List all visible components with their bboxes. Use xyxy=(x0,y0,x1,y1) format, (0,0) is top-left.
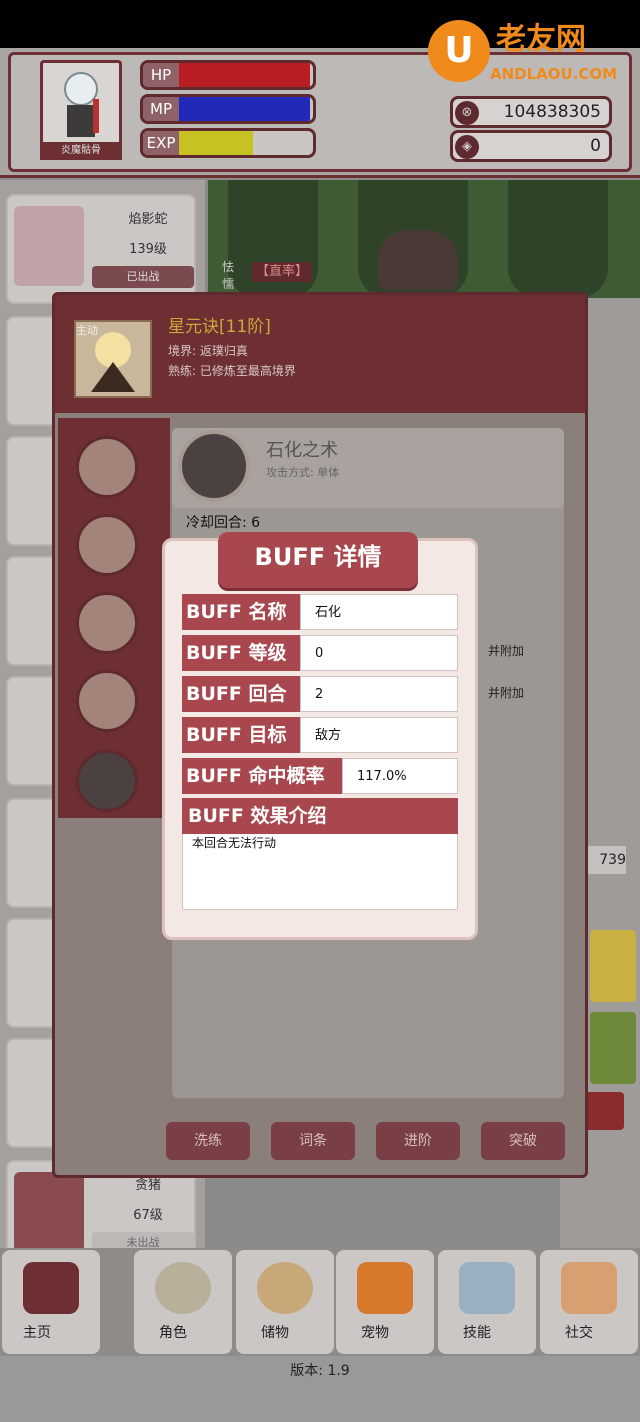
mp-bar: MP xyxy=(140,94,316,124)
nav-skills-label: 技能 xyxy=(463,1325,491,1341)
effect-append-text: 并附加 xyxy=(488,686,525,700)
buff-target-label: BUFF 目标 xyxy=(182,717,300,753)
coin-icon: ⊗ xyxy=(455,101,479,125)
player-name: 炎魔骷骨 xyxy=(40,142,122,160)
pet-name: 焰影蛇 xyxy=(128,212,168,227)
character-icon xyxy=(155,1262,211,1314)
exp-fill xyxy=(179,131,253,155)
skill-type-label: 主动 xyxy=(76,324,98,337)
buff-level-label: BUFF 等级 xyxy=(182,635,300,671)
nav-pets-label: 宠物 xyxy=(361,1325,389,1341)
buff-name-value: 石化 xyxy=(300,594,458,630)
right-icon[interactable] xyxy=(590,930,636,1002)
buff-name-label: BUFF 名称 xyxy=(182,594,300,630)
nav-character-label: 角色 xyxy=(159,1325,187,1341)
hp-label: HP xyxy=(143,63,179,87)
pet-snake-image xyxy=(14,206,84,286)
refine-button[interactable]: 洗练 xyxy=(166,1122,250,1160)
hp-fill xyxy=(179,63,310,87)
breakthrough-button[interactable]: 突破 xyxy=(481,1122,565,1160)
bag-icon xyxy=(257,1262,313,1314)
exp-bar: EXP xyxy=(140,128,316,158)
skill-tab[interactable] xyxy=(76,592,138,654)
entry-button[interactable]: 词条 xyxy=(271,1122,355,1160)
coin-counter: ⊗ 104838305 xyxy=(450,96,612,128)
buff-target-value: 敌方 xyxy=(300,717,458,753)
pet-card[interactable]: 焰影蛇 139级 已出战 xyxy=(6,194,196,304)
coin-value: 104838305 xyxy=(503,102,601,122)
skill-tab[interactable] xyxy=(76,514,138,576)
effect-append-text: 并附加 xyxy=(488,644,525,658)
buff-rounds-value: 2 xyxy=(300,676,458,712)
skill-name: 石化之术 xyxy=(266,440,338,461)
pet-icon xyxy=(357,1262,413,1314)
site-logo-domain: ANDLAOU.COM xyxy=(490,65,618,83)
gem-counter: ◈ 0 xyxy=(450,130,612,162)
gem-icon: ◈ xyxy=(455,135,479,159)
gem-value: 0 xyxy=(590,136,601,156)
right-number: 739 xyxy=(586,846,626,874)
skill-mastery: 熟练: 已修炼至最高境界 xyxy=(168,364,296,378)
avatar-icon xyxy=(64,72,99,137)
buff-hit-chance-label: BUFF 命中概率 xyxy=(182,758,342,794)
petrify-skill-icon xyxy=(178,430,250,502)
buff-level-value: 0 xyxy=(300,635,458,671)
nav-home-label: 主页 xyxy=(23,1325,51,1341)
buff-effect-text: 本回合无法行动 xyxy=(192,836,277,850)
enemy-sprite[interactable] xyxy=(378,230,458,290)
enemy-trait: 怯 懦 xyxy=(222,260,235,291)
advance-button[interactable]: 进阶 xyxy=(376,1122,460,1160)
mp-label: MP xyxy=(143,97,179,121)
buff-effect-label: BUFF 效果介绍 xyxy=(182,798,458,834)
skill-cooldown: 冷却回合: 6 xyxy=(186,515,261,531)
skill-realm: 境界: 返璞归真 xyxy=(168,344,248,358)
pet-status-button[interactable]: 已出战 xyxy=(92,266,194,288)
pet-boar-image xyxy=(14,1172,84,1252)
buff-rounds-label: BUFF 回合 xyxy=(182,676,300,712)
home-icon xyxy=(23,1262,79,1314)
skill-tab-active[interactable] xyxy=(76,750,138,812)
site-logo-name: 老友网 xyxy=(496,22,586,57)
tree xyxy=(508,180,608,298)
buff-dialog-title: BUFF 详情 xyxy=(218,532,418,588)
skill-tab[interactable] xyxy=(76,670,138,732)
hp-bar: HP xyxy=(140,60,316,90)
skill-title: 星元诀[11阶] xyxy=(168,317,271,337)
mp-fill xyxy=(179,97,310,121)
version-text: 版本: 1.9 xyxy=(290,1363,350,1379)
pet-level: 67级 xyxy=(133,1208,163,1223)
right-icon[interactable] xyxy=(590,1012,636,1084)
buff-hit-chance-value: 117.0% xyxy=(342,758,458,794)
handshake-icon xyxy=(561,1262,617,1314)
skill-tab[interactable] xyxy=(76,436,138,498)
pet-level: 139级 xyxy=(129,242,167,257)
site-logo-icon: U xyxy=(428,20,490,82)
sword-icon xyxy=(459,1262,515,1314)
nav-storage-label: 储物 xyxy=(261,1325,289,1341)
nav-social-label: 社交 xyxy=(565,1325,593,1341)
skill-attack-mode: 攻击方式: 单体 xyxy=(266,466,340,479)
enemy-tag: 【直率】 xyxy=(252,262,312,282)
exp-label: EXP xyxy=(143,131,179,155)
